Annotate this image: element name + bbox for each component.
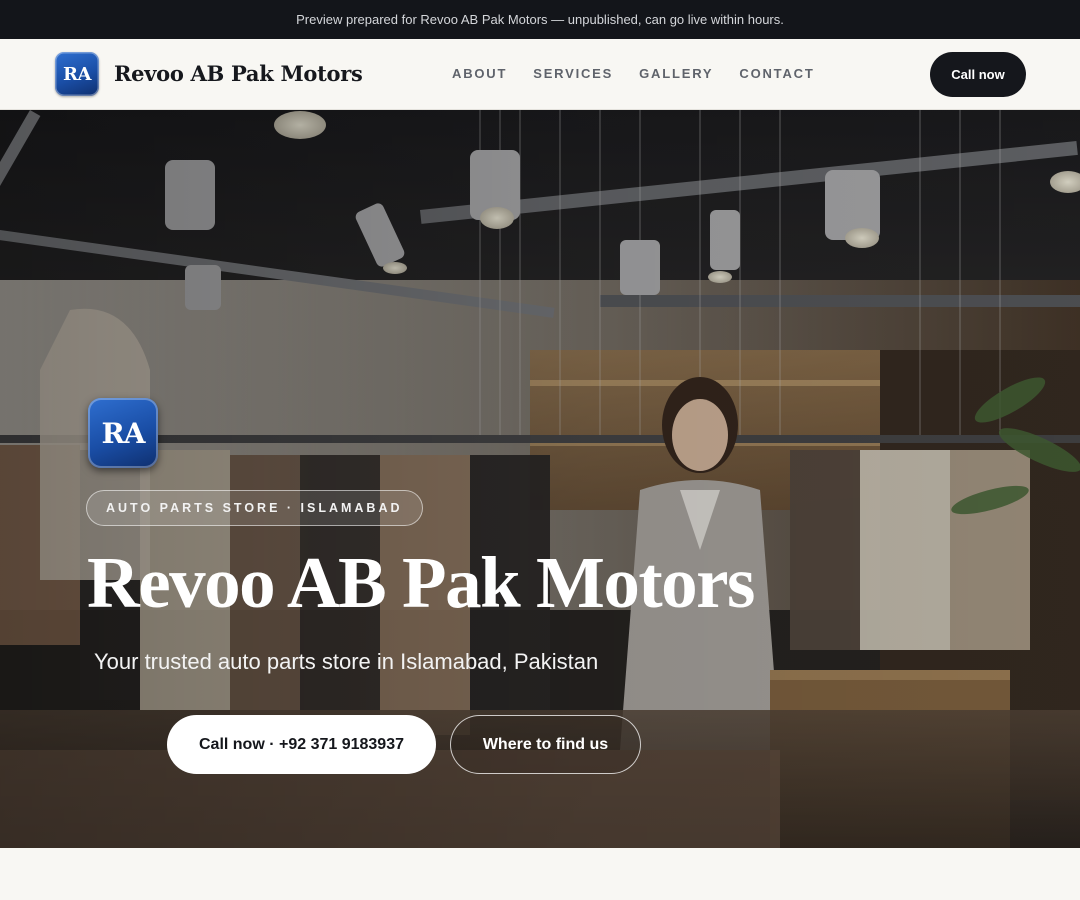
announcement-text: Preview prepared for Revoo AB Pak Motors… <box>296 12 784 27</box>
call-now-phone-button[interactable]: Call now · +92 371 9183937 <box>167 715 436 774</box>
hero-section: RA AUTO PARTS STORE · ISLAMABAD Revoo AB… <box>0 110 1080 848</box>
hero-logo: RA <box>88 398 158 468</box>
nav-link-about[interactable]: ABOUT <box>452 66 507 81</box>
nav-link-services[interactable]: SERVICES <box>533 66 613 81</box>
category-badge: AUTO PARTS STORE · ISLAMABAD <box>86 490 423 526</box>
hero-logo-text: RA <box>101 416 146 450</box>
announcement-bar: Preview prepared for Revoo AB Pak Motors… <box>0 0 1080 39</box>
hero-subtitle: Your trusted auto parts store in Islamab… <box>94 649 599 674</box>
header-call-button[interactable]: Call now <box>930 52 1026 97</box>
brand-name[interactable]: Revoo AB Pak Motors <box>114 61 363 86</box>
nav-link-gallery[interactable]: GALLERY <box>639 66 713 81</box>
brand-logo[interactable]: RA <box>55 52 99 96</box>
main-nav: ABOUT SERVICES GALLERY CONTACT <box>452 66 815 81</box>
hero-title: Revoo AB Pak Motors <box>87 542 755 623</box>
next-section <box>0 848 1080 900</box>
where-to-find-us-button[interactable]: Where to find us <box>450 715 641 774</box>
site-header: RA Revoo AB Pak Motors ABOUT SERVICES GA… <box>0 39 1080 110</box>
nav-link-contact[interactable]: CONTACT <box>739 66 814 81</box>
brand-logo-text: RA <box>63 63 91 85</box>
